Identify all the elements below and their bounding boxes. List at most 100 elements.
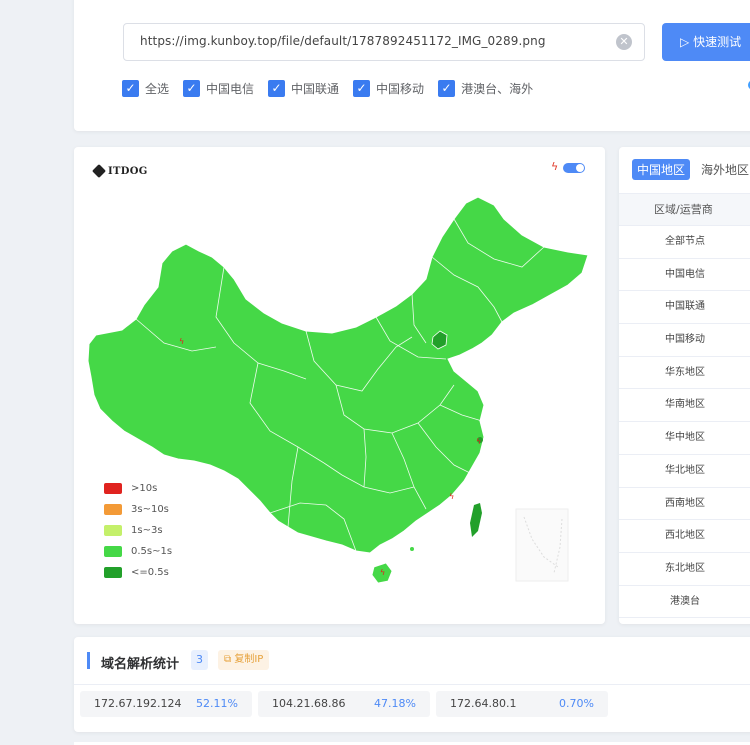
- copy-ip-label: 复制IP: [234, 654, 264, 665]
- row-label: 中国移动: [665, 334, 705, 346]
- map-toggle-switch[interactable]: [563, 163, 585, 173]
- legend-swatch: [104, 483, 122, 494]
- legend-swatch: [104, 504, 122, 515]
- divider: [74, 684, 750, 685]
- close-circle-icon[interactable]: ✕: [616, 34, 632, 50]
- table-row[interactable]: 华中地区: [619, 422, 750, 455]
- ip-address: 172.64.80.1: [450, 697, 517, 710]
- legend-label: 1s~3s: [131, 525, 163, 536]
- checkbox-label: 中国电信: [206, 82, 255, 96]
- map-region-taiwan: [470, 503, 482, 537]
- ip-percentage: 52.11%: [196, 697, 238, 710]
- carrier-filter-group: ✓ 全选 ✓ 中国电信 ✓ 中国联通 ✓ 中国移动 ✓ 港澳台、海外: [122, 80, 547, 97]
- table-row[interactable]: 西北地区: [619, 520, 750, 553]
- bolt-icon: ϟ: [476, 437, 481, 446]
- ip-percentage: 0.70%: [559, 697, 594, 710]
- checkbox-label: 中国移动: [376, 82, 425, 96]
- legend-label: <=0.5s: [131, 567, 169, 578]
- legend-swatch: [104, 546, 122, 557]
- row-label: 西北地区: [665, 530, 705, 542]
- url-input-value[interactable]: https://img.kunboy.top/file/default/1787…: [140, 34, 546, 48]
- row-label: 华北地区: [665, 464, 705, 476]
- itdog-logo: ITDOG: [92, 164, 148, 178]
- checkbox-select-all[interactable]: ✓ 全选: [122, 80, 169, 97]
- table-row[interactable]: 中国电信: [619, 259, 750, 292]
- copy-icon: ⧉: [224, 654, 232, 665]
- row-label: 中国电信: [665, 268, 705, 280]
- legend-label: 3s~10s: [131, 504, 169, 515]
- legend-item: 1s~3s: [104, 520, 172, 541]
- table-row[interactable]: 华南地区: [619, 389, 750, 423]
- legend-item: >10s: [104, 478, 172, 499]
- row-label: 西南地区: [665, 497, 705, 509]
- tab-overseas[interactable]: 海外地区: [696, 159, 750, 180]
- play-icon: ▷: [680, 35, 690, 49]
- legend-item: 0.5s~1s: [104, 541, 172, 562]
- checkbox-unicom[interactable]: ✓ 中国联通: [268, 80, 339, 97]
- quick-test-button[interactable]: ▷ 快速测试: [662, 23, 750, 61]
- checkbox-label: 港澳台、海外: [461, 82, 534, 96]
- bolt-icon: ϟ: [551, 160, 559, 173]
- dog-icon: [92, 164, 106, 178]
- row-label: 华南地区: [665, 399, 705, 411]
- test-input-card: https://img.kunboy.top/file/default/1787…: [74, 0, 750, 131]
- section-accent-bar: [87, 652, 90, 669]
- ip-stat-item[interactable]: 172.64.80.1 0.70%: [436, 691, 608, 717]
- table-header: 区域/运营商: [619, 193, 750, 226]
- dns-stats-card: 域名解析统计 3 ⧉ 复制IP 172.67.192.124 52.11% 10…: [74, 637, 750, 732]
- ip-stat-item[interactable]: 104.21.68.86 47.18%: [258, 691, 430, 717]
- tab-china[interactable]: 中国地区: [632, 159, 691, 180]
- latency-map-card: ϟ ϟ ϟ ϟ ITDOG ϟ >10s 3s~10s 1s~3s 0.5s~1…: [74, 147, 605, 624]
- check-icon[interactable]: ✓: [122, 80, 139, 97]
- row-label: 华东地区: [665, 366, 705, 378]
- ip-percentage: 47.18%: [374, 697, 416, 710]
- ip-address: 172.67.192.124: [94, 697, 182, 710]
- checkbox-telecom[interactable]: ✓ 中国电信: [183, 80, 254, 97]
- copy-ip-button[interactable]: ⧉ 复制IP: [218, 650, 270, 670]
- checkbox-label: 中国联通: [291, 82, 340, 96]
- ip-count-badge: 3: [191, 650, 208, 670]
- url-input[interactable]: https://img.kunboy.top/file/default/1787…: [123, 23, 645, 61]
- row-label: 东北地区: [665, 562, 705, 574]
- ip-stat-item[interactable]: 172.67.192.124 52.11%: [80, 691, 252, 717]
- row-label: 中国联通: [665, 301, 705, 313]
- check-icon[interactable]: ✓: [353, 80, 371, 97]
- check-icon[interactable]: ✓: [183, 80, 201, 97]
- check-icon[interactable]: ✓: [438, 80, 456, 97]
- map-region-hongkong: [410, 547, 414, 551]
- region-table-card: 中国地区 海外地区 区域/运营商 全部节点 中国电信 中国联通 中国移动 华东地…: [619, 147, 750, 624]
- legend-item: 3s~10s: [104, 499, 172, 520]
- legend-swatch: [104, 567, 122, 578]
- checkbox-label: 全选: [145, 82, 170, 96]
- table-row[interactable]: 华北地区: [619, 455, 750, 488]
- bolt-icon: ϟ: [380, 568, 385, 577]
- ip-address: 104.21.68.86: [272, 697, 346, 710]
- table-row[interactable]: 西南地区: [619, 488, 750, 521]
- section-title: 域名解析统计: [101, 657, 180, 672]
- region-rows: 全部节点 中国电信 中国联通 中国移动 华东地区 华南地区 华中地区 华北地区 …: [619, 226, 750, 619]
- bolt-icon: ϟ: [179, 337, 184, 346]
- row-label: 全部节点: [665, 236, 705, 247]
- checkbox-mobile[interactable]: ✓ 中国移动: [353, 80, 424, 97]
- table-row[interactable]: 东北地区: [619, 553, 750, 586]
- checkbox-overseas[interactable]: ✓ 港澳台、海外: [438, 80, 533, 97]
- legend-label: 0.5s~1s: [131, 546, 173, 557]
- south-china-sea-inset: [515, 508, 569, 582]
- map-legend: >10s 3s~10s 1s~3s 0.5s~1s <=0.5s: [104, 478, 172, 583]
- table-row[interactable]: 中国联通: [619, 291, 750, 325]
- legend-swatch: [104, 525, 122, 536]
- row-label: 华中地区: [665, 432, 705, 444]
- check-icon[interactable]: ✓: [268, 80, 286, 97]
- bolt-icon: ϟ: [449, 492, 454, 501]
- legend-item: <=0.5s: [104, 562, 172, 583]
- legend-label: >10s: [131, 483, 158, 494]
- row-label: 港澳台: [670, 595, 700, 607]
- table-row[interactable]: 华东地区: [619, 357, 750, 390]
- table-row[interactable]: 港澳台: [619, 586, 750, 619]
- quick-test-label: 快速测试: [693, 35, 742, 49]
- logo-text: ITDOG: [108, 165, 148, 177]
- table-row[interactable]: 中国移动: [619, 324, 750, 357]
- table-row[interactable]: 全部节点: [619, 226, 750, 259]
- toggle-knob: [576, 164, 584, 172]
- region-tabs: 中国地区 海外地区: [632, 159, 750, 180]
